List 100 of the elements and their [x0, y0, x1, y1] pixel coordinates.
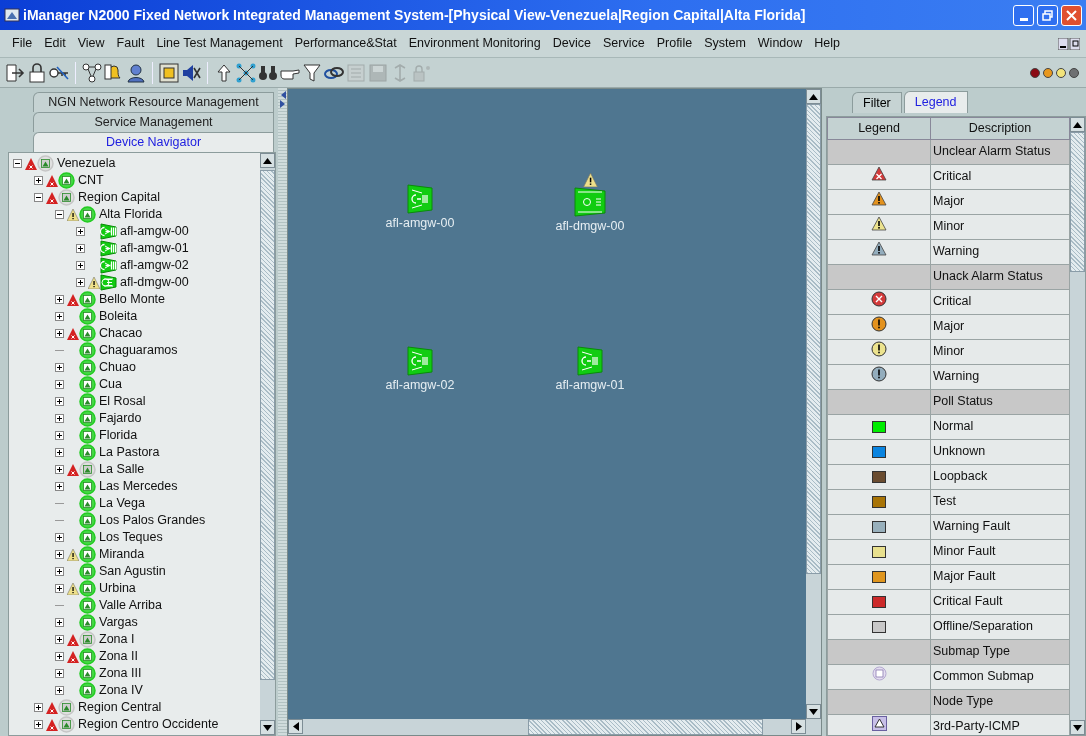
tree-item[interactable]: Miranda: [99, 545, 145, 564]
scroll-down-button[interactable]: [806, 704, 821, 719]
panel-tab[interactable]: Legend: [903, 91, 968, 113]
menu-item[interactable]: Line Test Management: [150, 34, 289, 53]
tree-item[interactable]: Fajardo: [99, 409, 142, 428]
scroll-down-button[interactable]: [260, 720, 275, 735]
filter-icon[interactable]: [301, 61, 323, 84]
tree-item[interactable]: Chaguaramos: [99, 341, 178, 360]
tree-item[interactable]: Region Centro Occidente: [78, 715, 219, 734]
expand-toggle[interactable]: [76, 244, 85, 253]
tree-item[interactable]: Zona I: [99, 630, 135, 649]
expand-toggle[interactable]: [55, 533, 64, 542]
menu-item[interactable]: Environment Monitoring: [402, 34, 547, 53]
expand-toggle[interactable]: [34, 193, 43, 202]
tree-item[interactable]: Valle Arriba: [99, 596, 162, 615]
scroll-thumb[interactable]: [1070, 132, 1085, 272]
tree-item[interactable]: Bello Monte: [99, 290, 165, 309]
tree-item[interactable]: CNT: [78, 171, 104, 190]
scroll-thumb[interactable]: [260, 170, 275, 680]
network-icon[interactable]: [235, 61, 257, 84]
user-icon[interactable]: [125, 61, 147, 84]
expand-toggle[interactable]: [55, 465, 64, 474]
tree-item[interactable]: Region Central: [78, 698, 162, 717]
tree-item[interactable]: La Pastora: [99, 443, 160, 462]
expand-toggle[interactable]: [55, 448, 64, 457]
expand-toggle[interactable]: [13, 159, 22, 168]
expand-toggle[interactable]: [76, 278, 85, 287]
expand-toggle[interactable]: [34, 720, 43, 729]
tree-item[interactable]: Los Teques: [99, 528, 163, 547]
splitter-arrows-icon[interactable]: [279, 90, 286, 108]
tree-item[interactable]: Chacao: [99, 324, 143, 343]
menu-item[interactable]: File: [6, 34, 39, 53]
expand-toggle[interactable]: [55, 431, 64, 440]
tree-item[interactable]: La Salle: [99, 460, 145, 479]
close-button[interactable]: [1061, 4, 1082, 26]
tree-item[interactable]: Zona II: [99, 647, 138, 666]
panel-tab[interactable]: Device Navigator: [33, 132, 274, 152]
scroll-thumb[interactable]: [806, 104, 821, 574]
tree-item[interactable]: Urbina: [99, 579, 136, 598]
menu-item[interactable]: Performance&Stat: [288, 34, 403, 53]
tree-item[interactable]: Alta Florida: [99, 205, 163, 224]
tree-item[interactable]: afl-amgw-02: [120, 256, 189, 275]
scroll-down-button[interactable]: [1070, 720, 1085, 735]
topology-icon[interactable]: [81, 61, 103, 84]
panel-tab[interactable]: Service Management: [33, 112, 274, 132]
expand-toggle[interactable]: [55, 210, 64, 219]
column-header[interactable]: Description: [930, 117, 1070, 140]
scroll-up-button[interactable]: [806, 89, 821, 104]
menu-item[interactable]: Fault: [110, 34, 151, 53]
scroll-thumb[interactable]: [528, 719, 763, 735]
gateway-icon[interactable]: [577, 346, 603, 377]
tree-item[interactable]: Las Mercedes: [99, 477, 178, 496]
tree-item[interactable]: Venezuela: [57, 154, 116, 173]
tree-item[interactable]: Florida: [99, 426, 138, 445]
tree-item[interactable]: afl-amgw-00: [120, 222, 189, 241]
menu-item[interactable]: System: [698, 34, 752, 53]
column-header[interactable]: Legend: [827, 117, 931, 140]
expand-toggle[interactable]: [55, 550, 64, 559]
expand-toggle[interactable]: [55, 686, 64, 695]
expand-toggle[interactable]: [55, 669, 64, 678]
expand-toggle[interactable]: [55, 295, 64, 304]
lock-icon[interactable]: [26, 61, 48, 84]
tree-item[interactable]: afl-dmgw-00: [120, 273, 189, 292]
expand-toggle[interactable]: [55, 652, 64, 661]
gateway-icon[interactable]: [574, 187, 606, 217]
expand-toggle[interactable]: [55, 482, 64, 491]
expand-toggle[interactable]: [55, 635, 64, 644]
expand-toggle[interactable]: [55, 618, 64, 627]
menu-item[interactable]: Profile: [650, 34, 699, 53]
menu-item[interactable]: Window: [751, 34, 809, 53]
tree-item[interactable]: Los Palos Grandes: [99, 511, 206, 530]
expand-toggle[interactable]: [76, 227, 85, 236]
scroll-up-button[interactable]: [260, 153, 275, 168]
gateway-icon[interactable]: [407, 184, 433, 215]
panel-tab[interactable]: NGN Network Resource Management: [33, 92, 274, 112]
tree-item[interactable]: Zona III: [99, 664, 142, 683]
tree-item[interactable]: Zona IV: [99, 681, 143, 700]
menu-item[interactable]: Help: [808, 34, 846, 53]
exit-icon[interactable]: [4, 61, 26, 84]
scroll-left-button[interactable]: [288, 719, 303, 734]
expand-toggle[interactable]: [34, 703, 43, 712]
expand-toggle[interactable]: [55, 329, 64, 338]
menu-item[interactable]: Service: [597, 34, 651, 53]
expand-toggle[interactable]: [55, 567, 64, 576]
scroll-up-button[interactable]: [1070, 117, 1085, 132]
maximize-button[interactable]: [1037, 4, 1058, 26]
tree-item[interactable]: San Agustin: [99, 562, 166, 581]
panel-tab[interactable]: Filter: [852, 92, 902, 113]
menu-item[interactable]: Edit: [38, 34, 72, 53]
tree-item[interactable]: afl-amgw-01: [120, 239, 189, 258]
menu-item[interactable]: Device: [546, 34, 597, 53]
expand-toggle[interactable]: [55, 363, 64, 372]
expand-toggle[interactable]: [55, 414, 64, 423]
expand-toggle[interactable]: [55, 584, 64, 593]
tree-item[interactable]: La Vega: [99, 494, 145, 513]
gateway-icon[interactable]: [407, 346, 433, 377]
tree-item[interactable]: Vargas: [99, 613, 138, 632]
expand-toggle[interactable]: [55, 380, 64, 389]
tree-item[interactable]: Cua: [99, 375, 122, 394]
tree-item[interactable]: El Rosal: [99, 392, 146, 411]
